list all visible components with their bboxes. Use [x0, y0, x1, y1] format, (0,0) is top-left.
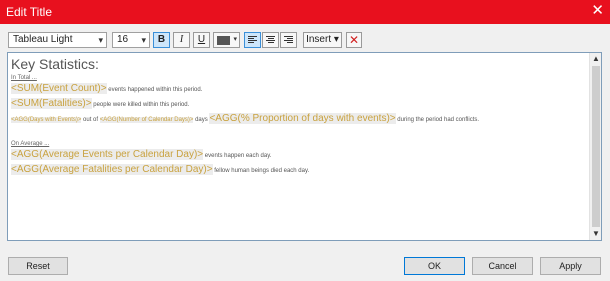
- scroll-down-icon[interactable]: ▼: [590, 228, 602, 240]
- italic-button[interactable]: I: [173, 32, 190, 48]
- align-right-button[interactable]: [280, 32, 297, 48]
- field-agg-proportion-days-with-events: <AGG(% Proportion of days with events)>: [209, 113, 396, 124]
- font-family-select[interactable]: Tableau Light ▾: [8, 32, 107, 48]
- editor-content[interactable]: Key Statistics: In Total ... <SUM(Event …: [11, 56, 587, 238]
- reset-button[interactable]: Reset: [8, 257, 68, 275]
- chevron-down-icon: ▾: [233, 36, 237, 43]
- fatalities-line: <SUM(Fatalities)> people were killed wit…: [11, 97, 587, 112]
- format-toolbar: Tableau Light ▾ 16 ▾ B I U ▾ Insert ▾ ✕: [0, 32, 610, 50]
- font-color-button[interactable]: ▾: [213, 32, 240, 48]
- align-right-icon: [284, 36, 293, 44]
- on-average-label: On Average ...: [11, 141, 50, 147]
- line-text: days: [193, 117, 210, 123]
- chevron-down-icon: ▾: [98, 35, 103, 45]
- field-sum-event-count: <SUM(Event Count)>: [11, 83, 107, 94]
- scrollbar-thumb[interactable]: [592, 66, 600, 227]
- apply-button[interactable]: Apply: [540, 257, 601, 275]
- line-text: events happen each day.: [203, 153, 272, 159]
- field-agg-average-fatalities: <AGG(Average Fatalities per Calendar Day…: [11, 164, 213, 175]
- window-title: Edit Title: [6, 5, 53, 19]
- align-left-icon: [248, 36, 257, 44]
- font-size-value: 16: [117, 34, 129, 45]
- field-sum-fatalities: <SUM(Fatalities)>: [11, 98, 92, 109]
- heading-text: Key Statistics:: [11, 56, 99, 72]
- line-text: events happened within this period.: [106, 87, 203, 93]
- font-color-swatch: [217, 36, 230, 45]
- font-size-select[interactable]: 16 ▾: [112, 32, 150, 48]
- field-agg-average-events: <AGG(Average Events per Calendar Day)>: [11, 149, 204, 160]
- font-family-value: Tableau Light: [13, 34, 73, 45]
- cancel-button[interactable]: Cancel: [472, 257, 533, 275]
- vertical-scrollbar[interactable]: ▲ ▼: [589, 53, 601, 240]
- insert-button[interactable]: Insert ▾: [303, 32, 342, 48]
- line-text: during the period had conflicts.: [395, 117, 480, 123]
- title-text-editor[interactable]: Key Statistics: In Total ... <SUM(Event …: [7, 52, 602, 241]
- close-icon[interactable]: ✕: [591, 3, 604, 19]
- clear-formatting-icon[interactable]: ✕: [346, 32, 362, 48]
- line-text: people were killed within this period.: [91, 102, 190, 108]
- title-bar: Edit Title ✕: [0, 0, 610, 24]
- line-text: fellow human beings died each day.: [212, 168, 310, 174]
- underline-button[interactable]: U: [193, 32, 210, 48]
- line-text: out of: [81, 117, 100, 123]
- scroll-up-icon[interactable]: ▲: [590, 53, 602, 65]
- field-agg-days-with-events: <AGG(Days with Events)>: [11, 117, 82, 123]
- average-events-line: <AGG(Average Events per Calendar Day)> e…: [11, 148, 587, 163]
- align-center-button[interactable]: [262, 32, 279, 48]
- field-agg-number-of-calendar-days: <AGG(Number of Calendar Days)>: [99, 117, 194, 123]
- average-fatalities-line: <AGG(Average Fatalities per Calendar Day…: [11, 163, 587, 178]
- bold-button[interactable]: B: [153, 32, 170, 48]
- align-center-icon: [266, 36, 275, 44]
- in-total-label: In Total ...: [11, 75, 37, 81]
- align-left-button[interactable]: [244, 32, 261, 48]
- ok-button[interactable]: OK: [404, 257, 465, 275]
- chevron-down-icon: ▾: [141, 35, 146, 45]
- days-with-events-line: <AGG(Days with Events)> out of <AGG(Numb…: [11, 112, 587, 127]
- event-count-line: <SUM(Event Count)> events happened withi…: [11, 82, 587, 97]
